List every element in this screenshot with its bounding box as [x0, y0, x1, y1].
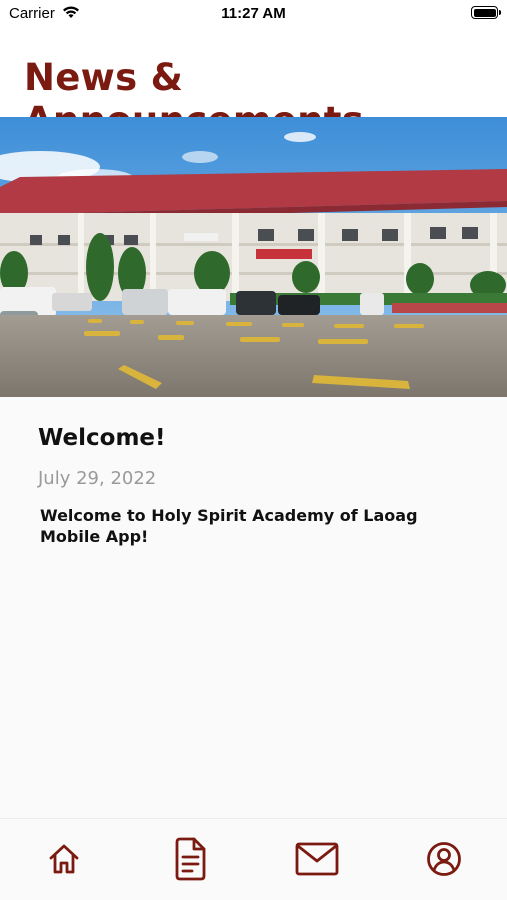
home-icon	[47, 842, 81, 876]
tab-announcements[interactable]	[168, 837, 212, 881]
status-bar: Carrier 11:27 AM	[0, 0, 507, 30]
school-building-photo	[0, 117, 507, 397]
mail-icon	[295, 842, 339, 876]
article-body: Welcome to Holy Spirit Academy of Laoag …	[40, 506, 418, 546]
document-icon	[172, 837, 208, 881]
article-title: Welcome!	[38, 425, 166, 451]
clock: 11:27 AM	[221, 5, 286, 22]
bottom-tab-bar	[0, 818, 507, 900]
profile-icon	[426, 841, 462, 877]
tab-messages[interactable]	[295, 837, 339, 881]
article-image	[0, 117, 507, 397]
header: News & Announcements	[0, 30, 507, 142]
battery-level	[473, 8, 496, 17]
battery-icon	[471, 6, 501, 19]
article-date: July 29, 2022	[38, 468, 157, 489]
tab-home[interactable]	[42, 837, 86, 881]
tab-profile[interactable]	[422, 837, 466, 881]
